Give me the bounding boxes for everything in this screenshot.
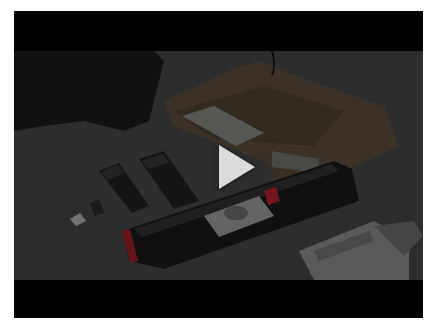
- play-icon: [219, 145, 255, 189]
- letterbox-top: [14, 11, 423, 51]
- play-button[interactable]: [200, 134, 266, 200]
- letterbox-bottom: [14, 280, 423, 318]
- video-player[interactable]: [14, 11, 423, 318]
